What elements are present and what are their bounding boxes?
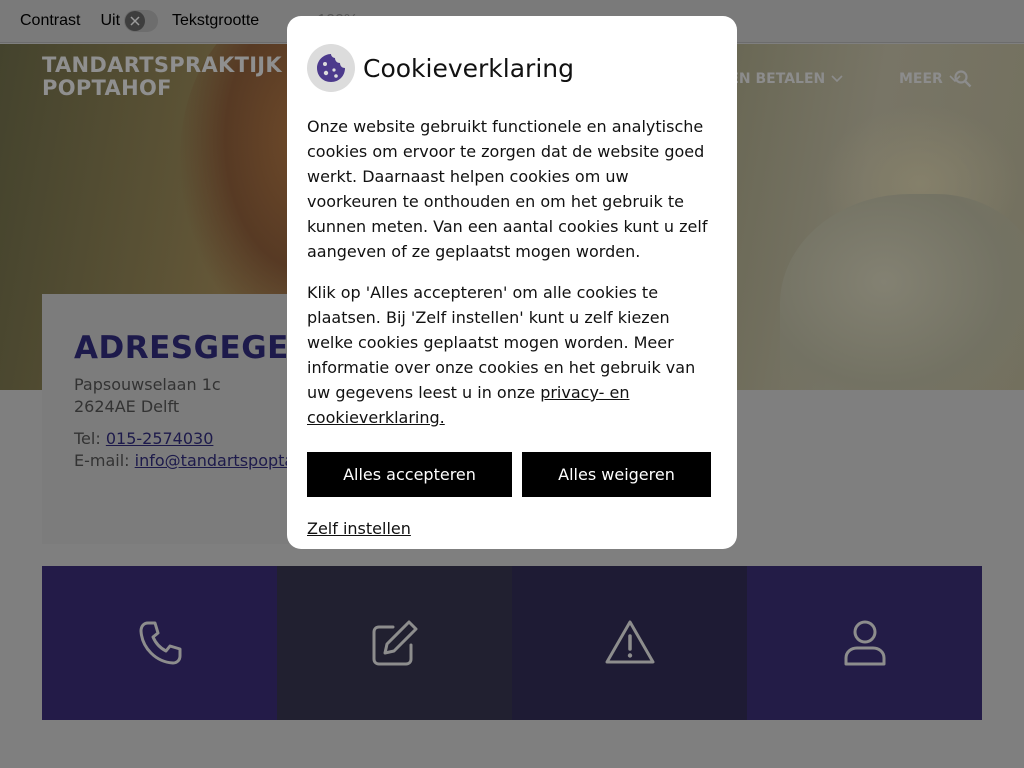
cookie-instructions-text: Klik op 'Alles accepteren' om alle cooki… xyxy=(307,280,717,430)
address-city: 2624AE Delft xyxy=(74,397,180,416)
search-icon[interactable] xyxy=(954,70,972,92)
address-street: Papsouwselaan 1c xyxy=(74,375,221,394)
nav-item-meer[interactable]: MEER xyxy=(899,71,961,87)
tile-edit[interactable] xyxy=(277,566,512,720)
reject-all-button[interactable]: Alles weigeren xyxy=(522,452,711,497)
hero-shoulder-shape xyxy=(780,194,1024,390)
email-link[interactable]: info@tandartspoptahof.nl xyxy=(135,451,292,470)
contrast-label: Contrast xyxy=(20,12,81,29)
cookie-dialog: Cookieverklaring Onze website gebruikt f… xyxy=(287,16,737,549)
site-logo[interactable]: TANDARTSPRAKTIJK POPTAHOF xyxy=(42,54,292,100)
chevron-down-icon xyxy=(831,71,843,87)
text-size-label: Tekstgrootte xyxy=(172,12,260,29)
cookie-dialog-title: Cookieverklaring xyxy=(363,53,574,83)
warning-icon xyxy=(605,620,654,664)
phone-label: Tel: xyxy=(74,429,101,448)
nav-item-meer-label: MEER xyxy=(899,71,943,87)
quick-links xyxy=(42,566,982,720)
main-nav: AFSPRAKEN EN BETALEN MEER xyxy=(730,70,983,88)
customize-cookies-link[interactable]: Zelf instellen xyxy=(307,519,411,538)
user-icon xyxy=(844,620,885,666)
brand-line-1: TANDARTSPRAKTIJK xyxy=(42,53,282,77)
cookie-dialog-header: Cookieverklaring xyxy=(307,44,717,92)
cookie-icon xyxy=(307,44,355,92)
address-phone: Tel: 015-2574030 xyxy=(74,429,213,448)
tile-phone[interactable] xyxy=(42,566,277,720)
edit-icon xyxy=(372,620,417,666)
cookie-instructions-body: Klik op 'Alles accepteren' om alle cooki… xyxy=(307,283,696,402)
contrast-value: Uit xyxy=(100,12,121,29)
contrast-toggle[interactable] xyxy=(124,10,159,32)
address-email: E-mail: info@tandartspoptahof.nl xyxy=(74,451,292,470)
accept-all-button[interactable]: Alles accepteren xyxy=(307,452,512,497)
email-label: E-mail: xyxy=(74,451,130,470)
phone-link[interactable]: 015-2574030 xyxy=(106,429,214,448)
cookie-button-row: Alles accepteren Alles weigeren xyxy=(307,452,717,497)
tile-warning[interactable] xyxy=(512,566,747,720)
phone-icon xyxy=(139,621,181,665)
close-icon xyxy=(125,11,146,31)
cookie-intro-text: Onze website gebruikt functionele en ana… xyxy=(307,117,708,261)
tile-account[interactable] xyxy=(747,566,982,720)
brand-line-2: POPTAHOF xyxy=(42,76,172,100)
address-title: ADRESGEGEVENS xyxy=(74,330,292,366)
